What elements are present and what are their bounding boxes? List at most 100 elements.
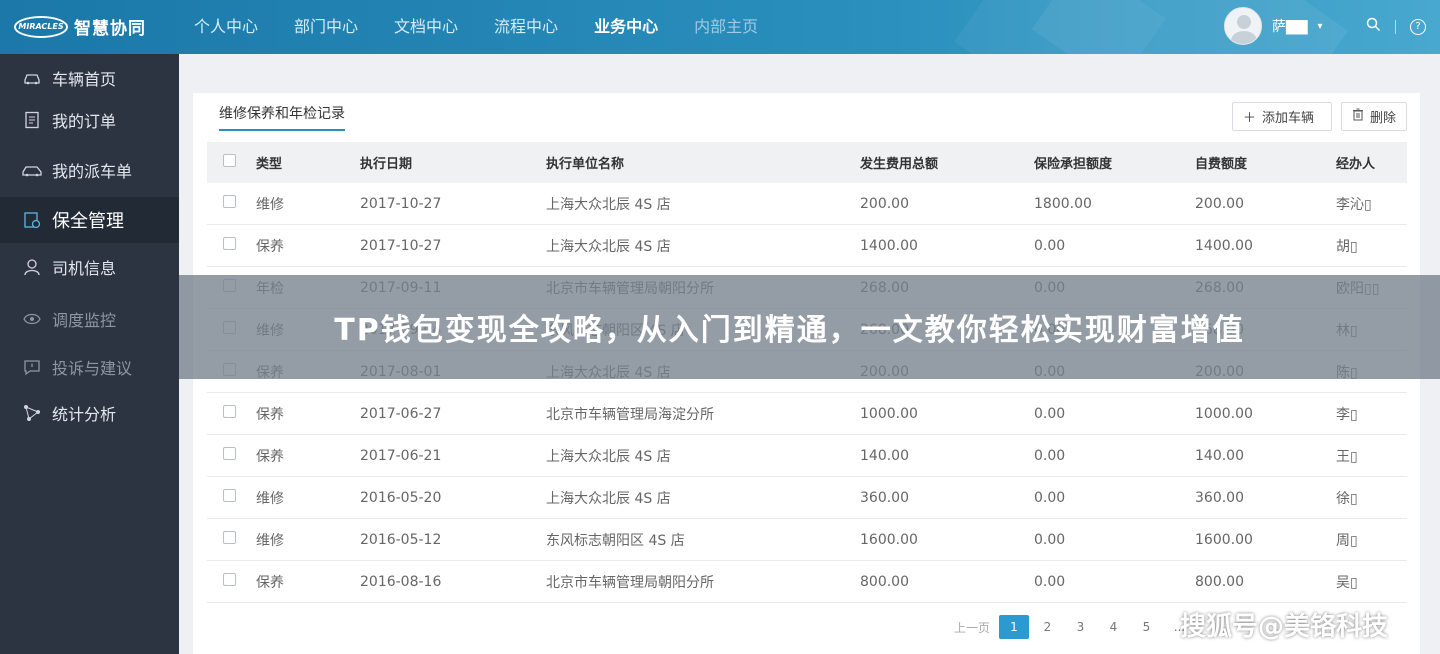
sidebar: 车辆首页 我的订单 我的派车单 保全管理 司机信息 调度监控 投诉与建议 统计分… [0,54,179,654]
row-checkbox[interactable] [223,237,236,250]
cell-insurance: 0.00 [1034,237,1066,254]
help-icon[interactable]: ? [1410,18,1426,35]
cell-type: 保养 [256,448,284,465]
table-row[interactable]: 保养 2017-06-27 北京市车辆管理局海淀分所 1000.00 0.00 1000.… [207,393,1407,435]
table-row[interactable]: 维修 2016-05-12 东风标志朝阳区 4S 店 1600.00 0.00 1600.… [207,519,1407,561]
sidebar-item-feedback[interactable]: 投诉与建议 [0,344,179,390]
sidebar-item-label: 我的派车单 [52,162,133,181]
sidebar-item-label: 统计分析 [52,405,117,424]
column-header[interactable]: 保险承担额度 [1034,153,1195,172]
page-button[interactable]: 2 [1031,615,1064,639]
row-checkbox[interactable] [223,531,236,544]
cell-type: 维修 [256,490,284,507]
row-checkbox[interactable] [223,573,236,586]
sidebar-item-vehicle-home[interactable]: 车辆首页 [0,55,179,101]
sidebar-item-label: 保全管理 [52,211,124,232]
sidebar-item-my-orders[interactable]: 我的订单 [0,97,179,143]
user-name[interactable]: 萨▇▇ [1272,16,1308,36]
chevron-down-icon[interactable]: ▾ [1318,21,1323,32]
row-checkbox[interactable] [223,195,236,208]
cell-handler: 王▯ [1336,448,1358,465]
cell-date: 2016-05-12 [360,531,442,548]
driver-icon [22,257,42,277]
add-vehicle-button[interactable]: ＋ 添加车辆 [1232,102,1332,131]
cell-unit: 北京市车辆管理局朝阳分所 [546,574,714,591]
cell-unit: 北京市车辆管理局海淀分所 [546,406,714,423]
page-button[interactable]: 4 [1097,615,1130,639]
column-header[interactable]: 执行单位名称 [546,153,860,172]
sidebar-item-label: 我的订单 [52,112,117,131]
row-checkbox[interactable] [223,447,236,460]
sidebar-item-label: 投诉与建议 [52,359,133,378]
nav-workflow-center[interactable]: 流程中心 [476,0,576,54]
cell-insurance: 0.00 [1034,447,1066,464]
car-icon [22,68,42,88]
cell-handler: 李沁▯ [1336,196,1372,213]
user-menu[interactable]: 萨▇▇ ▾ [1224,7,1323,45]
cell-unit: 上海大众北辰 4S 店 [546,448,671,465]
shield-icon [22,210,42,230]
table-row[interactable]: 保养 2016-08-16 北京市车辆管理局朝阳分所 800.00 0.00 800.00… [207,561,1407,603]
table-row[interactable]: 保养 2017-10-27 上海大众北辰 4S 店 1400.00 0.00 1400.0… [207,225,1407,267]
table-row[interactable]: 维修 2016-05-20 上海大众北辰 4S 店 360.00 0.00 360.00 徐… [207,477,1407,519]
nav-document-center[interactable]: 文档中心 [376,0,476,54]
cell-self-pay: 1000.00 [1195,405,1253,422]
cell-type: 维修 [256,196,284,213]
sidebar-item-dispatch-monitor[interactable]: 调度监控 [0,296,179,342]
column-header[interactable]: 执行日期 [360,153,546,172]
cell-type: 保养 [256,238,284,255]
page-button[interactable]: 5 [1130,615,1163,639]
logo-mark: MIRACLES [14,15,68,38]
sidebar-item-dispatch[interactable]: 我的派车单 [0,147,179,193]
column-header[interactable]: 发生费用总额 [860,153,1034,172]
page-button[interactable]: 1 [999,615,1029,639]
logo[interactable]: MIRACLES 智慧协同 [14,14,146,39]
feedback-icon [22,357,42,377]
sidebar-item-security[interactable]: 保全管理 [0,197,179,243]
cell-type: 保养 [256,574,284,591]
cell-self-pay: 1400.00 [1195,237,1253,254]
nav-department-center[interactable]: 部门中心 [276,0,376,54]
table-row[interactable]: 维修 2017-10-27 上海大众北辰 4S 店 200.00 1800.00 200.… [207,183,1407,225]
sidebar-item-stats[interactable]: 统计分析 [0,390,179,436]
nav-business-center[interactable]: 业务中心 [576,0,676,54]
page-button[interactable]: 3 [1064,615,1097,639]
delete-label: 删除 [1370,111,1397,126]
tab-maintenance-records[interactable]: 维修保养和年检记录 [219,103,345,131]
search-icon[interactable] [1366,17,1381,36]
cell-total: 1600.00 [860,531,918,548]
main-nav: 个人中心 部门中心 文档中心 流程中心 业务中心 内部主页 [176,0,776,54]
cell-total: 360.00 [860,489,909,506]
nav-personal-center[interactable]: 个人中心 [176,0,276,54]
delete-button[interactable]: 删除 [1341,102,1407,131]
column-header[interactable]: 类型 [243,153,360,172]
cell-insurance: 0.00 [1034,489,1066,506]
cell-insurance: 0.00 [1034,405,1066,422]
sidebar-item-drivers[interactable]: 司机信息 [0,244,179,290]
cell-handler: 李▯ [1336,406,1358,423]
table-row[interactable]: 保养 2017-06-21 上海大众北辰 4S 店 140.00 0.00 140.00 王… [207,435,1407,477]
cell-insurance: 0.00 [1034,573,1066,590]
cell-insurance: 0.00 [1034,531,1066,548]
trash-icon [1352,108,1364,125]
avatar[interactable] [1224,7,1262,45]
nav-internal-home[interactable]: 内部主页 [676,0,776,54]
cell-self-pay: 800.00 [1195,573,1244,590]
row-checkbox[interactable] [223,489,236,502]
cell-date: 2017-06-27 [360,405,442,422]
cell-self-pay: 360.00 [1195,489,1244,506]
row-checkbox[interactable] [223,405,236,418]
divider [1395,19,1396,34]
cell-handler: 吴▯ [1336,574,1358,591]
cell-type: 维修 [256,532,284,549]
watermark: 搜狐号@美铬科技 [1180,612,1389,642]
select-all-checkbox[interactable] [223,154,236,167]
prev-page-button[interactable]: 上一页 [947,615,997,639]
cell-unit: 上海大众北辰 4S 店 [546,490,671,507]
overlay-banner: TP钱包变现全攻略，从入门到精通，一文教你轻松实现财富增值 [179,275,1440,379]
column-header[interactable]: 经办人 [1336,153,1407,172]
banner-title: TP钱包变现全攻略，从入门到精通，一文教你轻松实现财富增值 [334,313,1245,348]
sidebar-item-label: 车辆首页 [52,70,117,89]
cell-self-pay: 140.00 [1195,447,1244,464]
column-header[interactable]: 自费额度 [1195,153,1336,172]
